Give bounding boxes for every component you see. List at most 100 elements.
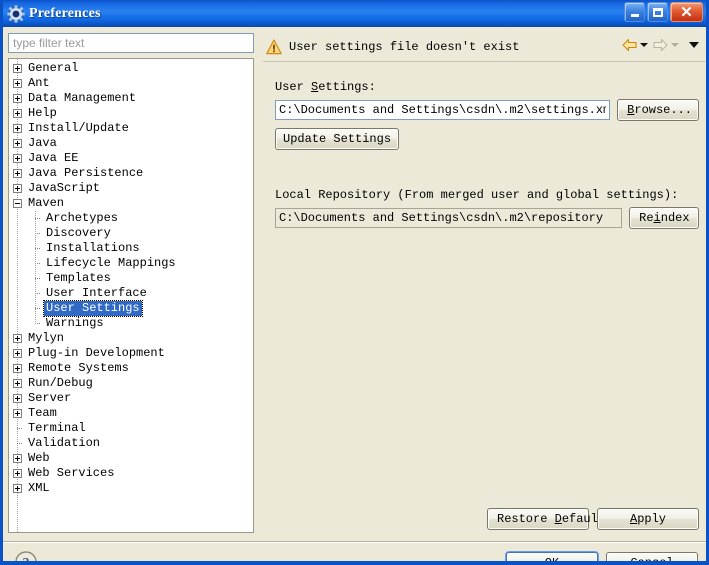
expand-plus-icon[interactable] — [13, 139, 22, 148]
tree-item-terminal[interactable]: Terminal — [9, 421, 253, 436]
tree-item-data-management[interactable]: Data Management — [9, 91, 253, 106]
back-arrow-icon[interactable] — [621, 37, 638, 53]
update-settings-row: Update Settings — [275, 121, 699, 150]
tree-item-web[interactable]: Web — [9, 451, 253, 466]
tree-item-label: Server — [28, 391, 72, 405]
tree-item-remote-systems[interactable]: Remote Systems — [9, 361, 253, 376]
window-title: Preferences — [29, 5, 101, 21]
tree-child-guide-line — [35, 211, 37, 324]
tree-item-maven[interactable]: Maven — [9, 196, 253, 211]
tree-item-discovery[interactable]: Discovery — [9, 226, 253, 241]
tree-item-warnings[interactable]: Warnings — [9, 316, 253, 331]
tree-item-label: Terminal — [28, 421, 86, 435]
tree-item-plug-in-development[interactable]: Plug-in Development — [9, 346, 253, 361]
page-header: User settings file doesn't exist — [263, 33, 705, 62]
tree-item-label: Java Persistence — [28, 166, 144, 180]
tree-item-install-update[interactable]: Install/Update — [9, 121, 253, 136]
tree-item-validation[interactable]: Validation — [9, 436, 253, 451]
minimize-button[interactable] — [624, 2, 645, 22]
tree-item-server[interactable]: Server — [9, 391, 253, 406]
tree-item-label: Warnings — [46, 316, 104, 330]
tree-item-label: Plug-in Development — [28, 346, 165, 360]
expand-plus-icon[interactable] — [13, 79, 22, 88]
tree-item-installations[interactable]: Installations — [9, 241, 253, 256]
tree-item-java-ee[interactable]: Java EE — [9, 151, 253, 166]
close-icon: ✕ — [680, 3, 693, 21]
panel-sash[interactable] — [257, 33, 261, 534]
close-button[interactable]: ✕ — [670, 2, 703, 22]
restore-label-mnemonic: D — [554, 512, 562, 526]
tree-item-label: Lifecycle Mappings — [46, 256, 176, 270]
tree-item-ant[interactable]: Ant — [9, 76, 253, 91]
apply-button[interactable]: Apply — [597, 508, 699, 530]
page-status-message: User settings file doesn't exist — [289, 40, 520, 54]
expand-plus-icon[interactable] — [13, 364, 22, 373]
user-settings-label-pre: User — [275, 80, 312, 94]
collapse-minus-icon[interactable] — [13, 199, 22, 208]
tree-item-user-settings[interactable]: User Settings — [9, 300, 253, 317]
expand-plus-icon[interactable] — [13, 154, 22, 163]
tree-item-label: Maven — [28, 196, 65, 210]
expand-plus-icon[interactable] — [13, 184, 22, 193]
user-settings-label-post: ettings: — [318, 80, 376, 94]
page-content: User Settings: Browse... Update Settings… — [263, 62, 705, 502]
expand-plus-icon[interactable] — [13, 409, 22, 418]
browse-label-post: rowse... — [634, 103, 692, 117]
apply-label-post: pply — [637, 512, 666, 526]
page-menu-chevron-down-icon[interactable] — [689, 42, 699, 48]
tree-item-templates[interactable]: Templates — [9, 271, 253, 286]
local-repository-row: Reindex — [275, 207, 699, 229]
expand-plus-icon[interactable] — [13, 169, 22, 178]
tree-item-archetypes[interactable]: Archetypes — [9, 211, 253, 226]
update-settings-button[interactable]: Update Settings — [275, 128, 400, 150]
maximize-button[interactable] — [647, 2, 668, 22]
filter-input[interactable] — [8, 33, 254, 53]
expand-plus-icon[interactable] — [13, 94, 22, 103]
tree-item-general[interactable]: General — [9, 61, 253, 76]
title-bar[interactable]: Preferences ✕ — [3, 0, 706, 27]
reindex-label-post: ndex — [660, 211, 690, 225]
tree-item-label: Java EE — [28, 151, 79, 165]
browse-button[interactable]: Browse... — [617, 99, 699, 121]
expand-plus-icon[interactable] — [13, 124, 22, 133]
tree-item-help[interactable]: Help — [9, 106, 253, 121]
expand-plus-icon[interactable] — [13, 484, 22, 493]
expand-plus-icon[interactable] — [13, 109, 22, 118]
reindex-button[interactable]: Reindex — [629, 207, 699, 229]
restore-defaults-button[interactable]: Restore Defaults — [487, 508, 612, 530]
tree-item-lifecycle-mappings[interactable]: Lifecycle Mappings — [9, 256, 253, 271]
local-repository-input — [275, 208, 623, 228]
expand-plus-icon[interactable] — [13, 379, 22, 388]
maximize-icon — [648, 3, 667, 21]
tree-item-user-interface[interactable]: User Interface — [9, 286, 253, 301]
expand-plus-icon[interactable] — [13, 64, 22, 73]
expand-plus-icon[interactable] — [13, 394, 22, 403]
user-settings-input[interactable] — [275, 100, 611, 120]
tree-item-label: Install/Update — [28, 121, 129, 135]
local-repository-label: Local Repository (From merged user and g… — [275, 188, 679, 202]
expand-plus-icon[interactable] — [13, 469, 22, 478]
tree-item-label: Team — [28, 406, 57, 420]
expand-plus-icon[interactable] — [13, 349, 22, 358]
tree-item-label: General — [28, 61, 79, 75]
tree-item-team[interactable]: Team — [9, 406, 253, 421]
navigation-panel: GeneralAntData ManagementHelpInstall/Upd… — [8, 33, 254, 534]
tree-item-run-debug[interactable]: Run/Debug — [9, 376, 253, 391]
tree-item-xml[interactable]: XML — [9, 481, 253, 496]
cancel-button[interactable]: Cancel — [606, 552, 698, 561]
preference-page: User settings file doesn't exist User Se… — [263, 33, 705, 534]
ok-button[interactable]: OK — [506, 552, 598, 561]
tree-item-java-persistence[interactable]: Java Persistence — [9, 166, 253, 181]
dialog-body: GeneralAntData ManagementHelpInstall/Upd… — [3, 27, 706, 561]
expand-plus-icon[interactable] — [13, 454, 22, 463]
tree-item-mylyn[interactable]: Mylyn — [9, 331, 253, 346]
back-dropdown-chevron-down-icon[interactable] — [640, 43, 648, 47]
tree-item-web-services[interactable]: Web Services — [9, 466, 253, 481]
preferences-tree[interactable]: General Ant Data Management Help Install/Upd… — [8, 58, 254, 533]
tree-item-java[interactable]: Java — [9, 136, 253, 151]
tree-item-label: User Interface — [46, 286, 147, 300]
expand-plus-icon[interactable] — [13, 334, 22, 343]
help-question-icon[interactable]: ? — [14, 550, 38, 565]
tree-item-javascript[interactable]: JavaScript — [9, 181, 253, 196]
